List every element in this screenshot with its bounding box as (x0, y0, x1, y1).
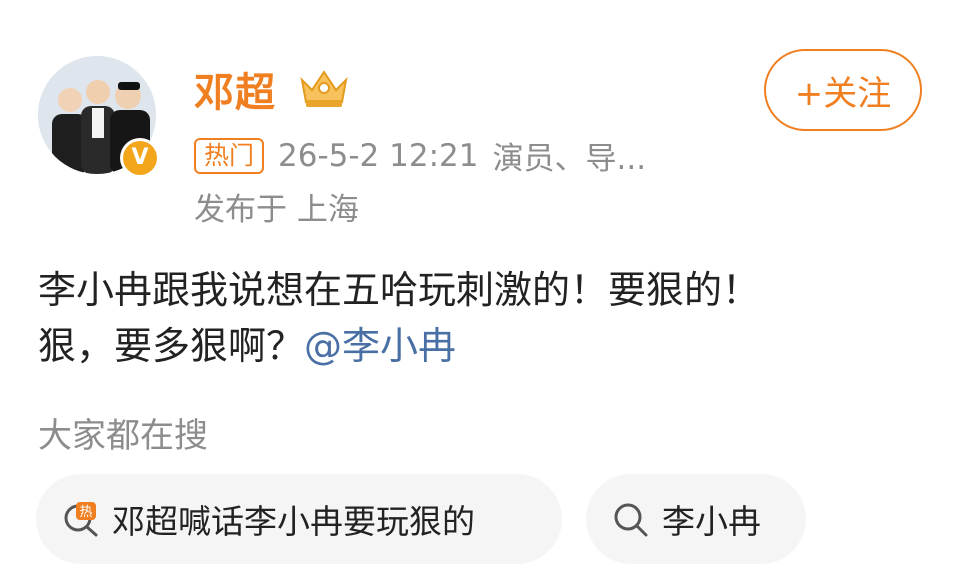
follow-button[interactable]: +关注 (764, 49, 922, 131)
search-section-title: 大家都在搜 (38, 416, 208, 456)
search-icon (614, 503, 648, 537)
post-meta: 热门 26-5-2 12:21 演员、导... (194, 133, 646, 178)
post-location: 发布于 上海 (194, 192, 359, 228)
svg-text:热: 热 (79, 505, 92, 520)
verified-badge-icon: V (120, 138, 160, 178)
hot-badge: 热门 (194, 137, 265, 174)
hot-search-pill[interactable]: 热 邓超喊话李小冉要玩狠的 (36, 474, 562, 564)
search-pill[interactable]: 李小冉 (586, 474, 806, 564)
crown-icon[interactable] (296, 66, 352, 110)
post-text: 李小冉跟我说想在五哈玩刺激的！要狠的！ 狠，要多狠啊？@李小冉 (38, 262, 918, 374)
hot-search-icon: 热 (64, 502, 98, 537)
search-pill-label: 邓超喊话李小冉要玩狠的 (112, 502, 475, 541)
post-text-line: 李小冉跟我说想在五哈玩刺激的！要狠的！ (38, 268, 761, 312)
post-text-line: 狠，要多狠啊？@李小冉 (38, 318, 918, 374)
mention-link[interactable]: @李小冉 (304, 324, 456, 368)
avatar[interactable]: V (38, 56, 160, 178)
post-text-fragment: 狠，要多狠啊？ (38, 324, 305, 368)
search-pill-label: 李小冉 (662, 502, 761, 541)
author-name[interactable]: 邓超 (194, 60, 276, 118)
post-timestamp: 26-5-2 12:21 (278, 137, 479, 174)
author-tagline: 演员、导... (492, 141, 647, 177)
